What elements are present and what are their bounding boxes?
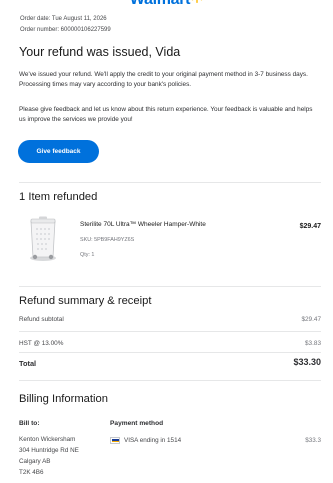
item-name[interactable]: Sterilite 70L Ultra™ Wheeler Hamper-Whit… xyxy=(80,221,206,228)
total-label: Total xyxy=(19,359,37,368)
total-value: $33.30 xyxy=(293,357,321,367)
walmart-logo: Walmart xyxy=(0,0,333,8)
logo-wordmark: Walmart xyxy=(130,0,191,8)
feedback-message: Please give feedback and let us know abo… xyxy=(19,106,313,123)
bill-to-label: Bill to: xyxy=(19,420,40,427)
refund-subtotal-value: $29.47 xyxy=(301,316,321,323)
billing-section-title: Billing Information xyxy=(19,393,108,405)
visa-card-icon xyxy=(110,437,120,444)
give-feedback-button[interactable]: Give feedback xyxy=(18,140,99,163)
items-section-title: 1 Item refunded xyxy=(19,191,98,203)
order-number: Order number: 600000106227599 xyxy=(20,27,111,33)
divider xyxy=(19,286,321,287)
address-line: T2K 4B6 xyxy=(19,469,44,476)
address-line: Calgary AB xyxy=(19,458,51,465)
tax-value: $3.83 xyxy=(305,340,321,347)
tax-label: HST @ 13.00% xyxy=(19,340,64,347)
payment-amount: $33.3 xyxy=(305,437,321,444)
payment-method-text: VISA ending in 1514 xyxy=(124,437,182,444)
item-sku: SKU: 5PB9FAH9YZ6S xyxy=(80,237,135,243)
item-price: $29.47 xyxy=(299,223,321,230)
refund-message: We've issued your refund. We'll apply th… xyxy=(19,71,308,88)
spark-icon xyxy=(191,0,203,3)
order-date: Order date: Tue August 11, 2026 xyxy=(20,16,107,22)
summary-section-title: Refund summary & receipt xyxy=(19,295,152,307)
divider xyxy=(19,352,321,353)
item-qty: Qty: 1 xyxy=(80,252,95,258)
address-line: Kenton Wickersham xyxy=(19,436,76,443)
payment-method-label: Payment method xyxy=(110,420,164,427)
page-title: Your refund was issued, Vida xyxy=(19,45,181,59)
divider xyxy=(19,182,321,183)
refund-subtotal-label: Refund subtotal xyxy=(19,316,64,323)
hamper-image[interactable] xyxy=(28,216,58,262)
divider xyxy=(19,380,321,381)
payment-method-row: VISA ending in 1514 xyxy=(110,437,181,444)
address-line: 304 Huntridge Rd NE xyxy=(19,447,79,454)
divider xyxy=(19,331,321,332)
